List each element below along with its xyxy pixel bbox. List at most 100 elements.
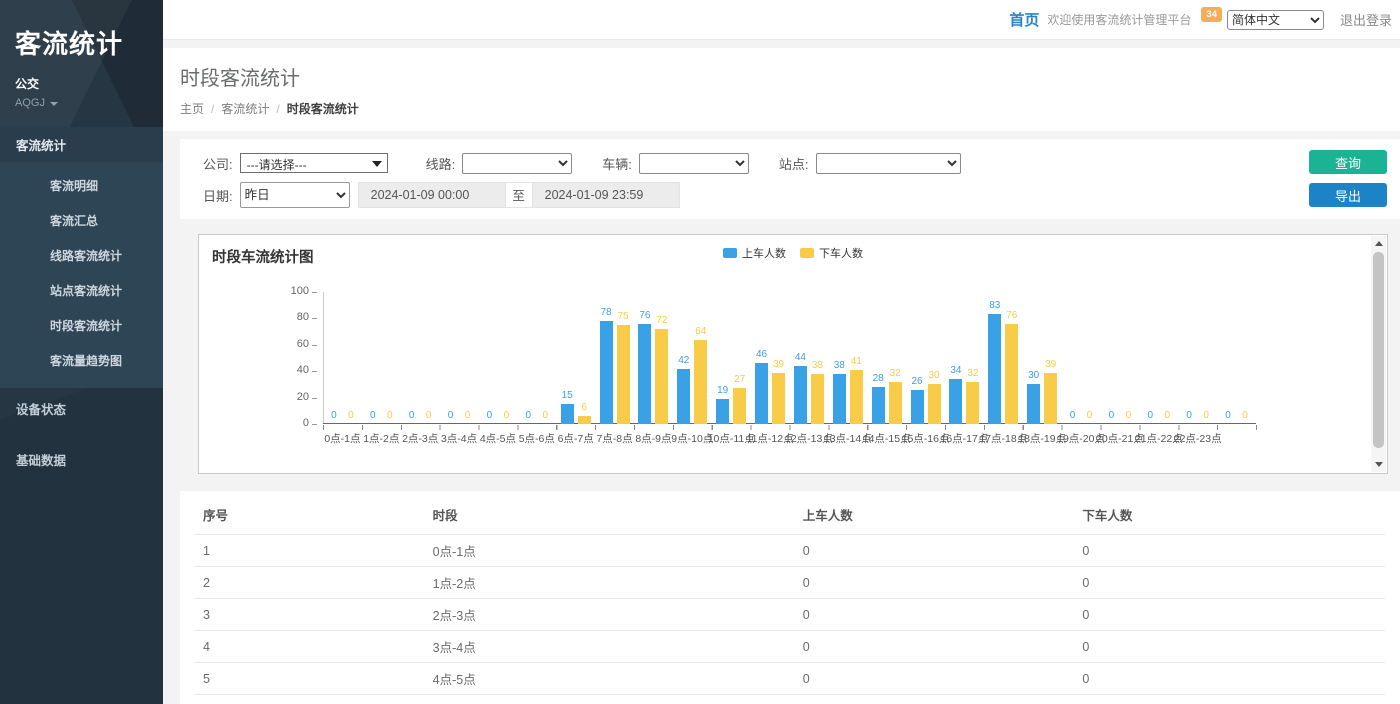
bar-上车人数[interactable] [833,374,846,424]
bar-group: 001点-2点 [362,292,401,424]
bar-value-label: 0 [387,410,393,421]
sidebar-item-客流明细[interactable]: 客流明细 [0,168,163,203]
chart-scrollbar[interactable] [1371,236,1386,472]
table-cell: 1 [195,535,425,567]
table-cell: 0 [795,535,1075,567]
vehicle-label: 车辆: [602,154,632,173]
table-cell: 0 [1074,631,1385,663]
bar-下车人数[interactable] [655,329,668,424]
bar-上车人数[interactable] [872,387,885,424]
table-cell: 0 [795,599,1075,631]
bar-value-label: 0 [1242,410,1248,421]
bar-上车人数[interactable] [949,379,962,424]
bar-value-label: 0 [1186,410,1192,421]
bar-下车人数[interactable] [850,370,863,424]
bar-下车人数[interactable] [811,374,824,424]
bar-下车人数[interactable] [772,373,785,424]
export-button[interactable]: 导出 [1309,183,1387,207]
sidebar-item-线路客流统计[interactable]: 线路客流统计 [0,238,163,273]
bar-group: 78757点-8点 [595,292,634,424]
bar-group: 303918点-19点 [1023,292,1062,424]
home-link[interactable]: 首页 [1009,9,1039,30]
bar-上车人数[interactable] [677,369,690,424]
breadcrumb-home[interactable]: 主页 [180,102,204,116]
x-axis-category-label: 5点-6点 [519,431,555,446]
y-axis-tick [312,371,317,372]
line-label: 线路: [426,154,456,173]
bar-上车人数[interactable] [1027,384,1040,424]
date-preset-select[interactable]: 昨日 [240,182,350,208]
notification-badge[interactable]: 34 [1201,7,1222,22]
bar-group: 005点-6点 [517,292,556,424]
sidebar-item-时段客流统计[interactable]: 时段客流统计 [0,308,163,343]
bar-value-label: 0 [1165,410,1171,421]
bar-上车人数[interactable] [561,404,574,424]
bar-下车人数[interactable] [928,384,941,424]
date-start-input[interactable]: 2024-01-09 00:00 [358,182,506,208]
bar-下车人数[interactable] [617,325,630,424]
y-axis-tick [312,424,317,425]
date-end-input[interactable]: 2024-01-09 23:59 [532,182,680,208]
query-button[interactable]: 查询 [1309,150,1387,174]
scroll-down-button[interactable] [1371,457,1386,472]
scroll-up-button[interactable] [1371,236,1386,251]
bar-下车人数[interactable] [694,340,707,424]
bar-上车人数[interactable] [988,314,1001,424]
logout-link[interactable]: 退出登录 [1340,10,1392,29]
legend-item-boarding[interactable]: 上车人数 [723,245,786,261]
bar-下车人数[interactable] [1044,373,1057,424]
sidebar-item-客流量趋势图[interactable]: 客流量趋势图 [0,343,163,378]
breadcrumb-section[interactable]: 客流统计 [221,102,269,116]
bar-value-label: 0 [426,410,432,421]
bar-value-label: 0 [370,410,376,421]
bar-下车人数[interactable] [1005,324,1018,424]
company-select[interactable]: ---请选择--- [240,153,388,173]
data-table-panel: 序号时段上车人数下车人数 10点-1点0021点-2点0032点-3点0043点… [180,491,1400,704]
sidebar-item-站点客流统计[interactable]: 站点客流统计 [0,273,163,308]
page-heading: 时段客流统计 主页/客流统计/时段客流统计 [163,48,1400,131]
bar-上车人数[interactable] [755,363,768,424]
bar-value-label: 64 [695,326,706,337]
sidebar-section-客流统计[interactable]: 客流统计 [0,127,163,162]
y-axis-tick-label: 0 [279,417,309,429]
sidebar-item-基础数据[interactable]: 基础数据 [0,439,163,480]
bar-value-label: 0 [1109,410,1115,421]
bar-上车人数[interactable] [638,324,651,424]
bar-下车人数[interactable] [733,388,746,424]
line-select[interactable] [462,153,572,174]
sidebar-item-设备状态[interactable]: 设备状态 [0,388,163,429]
x-axis-category-label: 3点-4点 [441,431,477,446]
scrollbar-thumb[interactable] [1373,252,1384,448]
y-axis-tick-label: 100 [279,285,309,297]
vehicle-select[interactable] [639,153,749,174]
sidebar-item-客流汇总[interactable]: 客流汇总 [0,203,163,238]
side-menu: 客流统计客流明细客流汇总线路客流统计站点客流统计时段客流统计客流量趋势图设备状态… [0,127,163,480]
x-axis-category-label: 22点-23点 [1174,431,1222,446]
bar-value-label: 0 [1203,410,1209,421]
y-axis-tick [312,398,317,399]
chart-legend: 上车人数 下车人数 [723,245,863,261]
chevron-down-icon [50,102,58,106]
legend-item-alighting[interactable]: 下车人数 [800,245,863,261]
dropdown-arrow-icon [372,161,382,167]
chart-panel: 时段车流统计图 上车人数 下车人数 020406080100 000点-1点00… [198,234,1388,474]
bar-value-label: 32 [890,368,901,379]
bar-value-label: 19 [717,385,728,396]
station-select[interactable] [816,153,961,174]
bar-上车人数[interactable] [716,399,729,424]
bar-group: 003点-4点 [440,292,479,424]
bar-下车人数[interactable] [889,382,902,424]
bar-value-label: 0 [1126,410,1132,421]
bar-上车人数[interactable] [600,321,613,424]
bar-下车人数[interactable] [578,416,591,424]
bar-上车人数[interactable] [794,366,807,424]
table-body: 10点-1点0021点-2点0032点-3点0043点-4点0054点-5点00… [195,535,1385,704]
date-range-to-label: 至 [506,182,532,208]
bar-上车人数[interactable] [911,390,924,424]
table-cell: 2 [195,567,425,599]
language-select[interactable]: 简体中文 [1227,10,1324,30]
chart-plot-area: 000点-1点001点-2点002点-3点003点-4点004点-5点005点-… [323,292,1256,424]
bar-下车人数[interactable] [966,382,979,424]
account-dropdown[interactable]: AQGJ [15,97,163,109]
bar-group: 0023点-24点 [1217,292,1256,424]
